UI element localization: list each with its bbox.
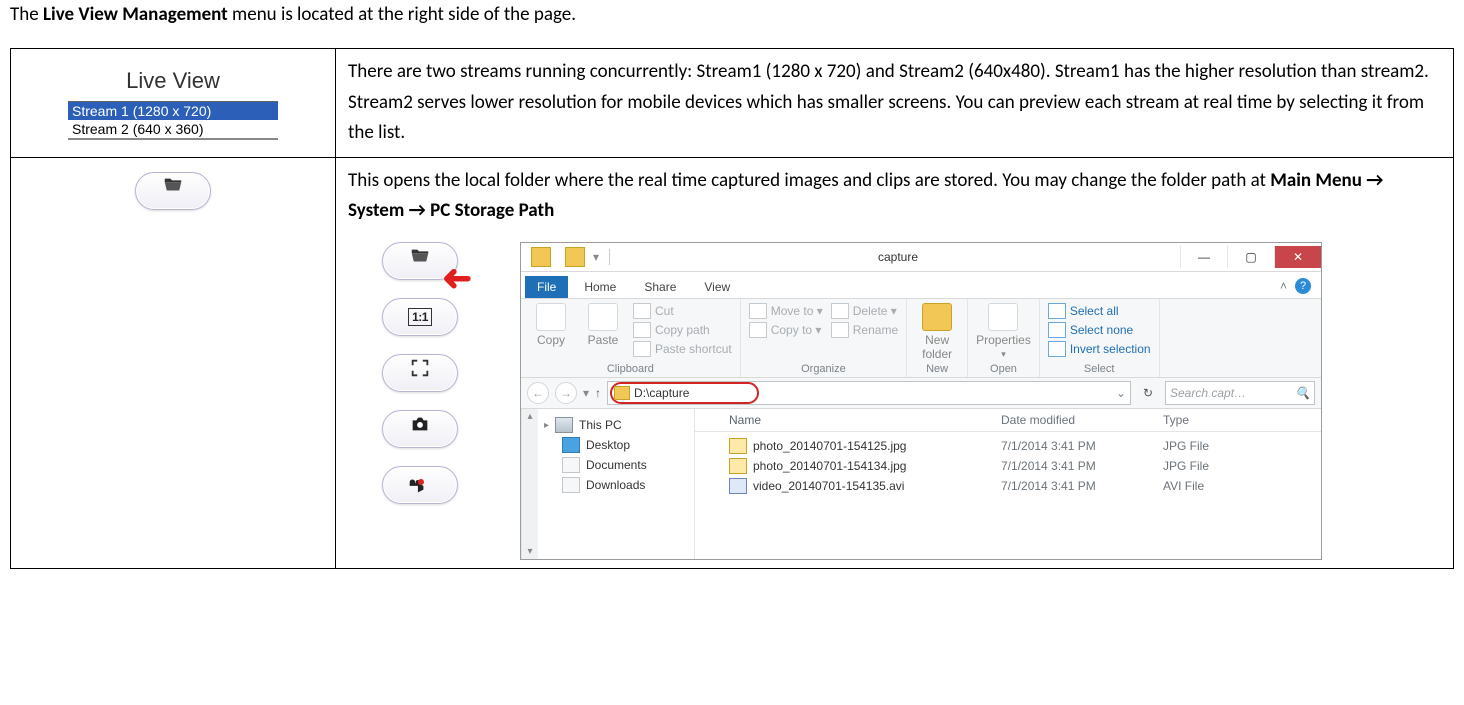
jpg-file-icon — [729, 458, 747, 474]
live-view-widget: Live View Stream 1 (1280 x 720) Stream 2… — [23, 63, 323, 139]
live-view-option-stream2[interactable]: Stream 2 (640 x 360) — [68, 120, 278, 138]
file-list-pane: Name Date modified Type photo_20140701-1… — [695, 409, 1321, 559]
nav-scrollbar[interactable]: ▴▾ — [521, 409, 538, 559]
search-icon: 🔍 — [1295, 386, 1310, 400]
address-bar-row: ← → ▾ ↑ D:\capture ⌄ — [521, 378, 1321, 409]
select-none-button[interactable]: Select none — [1048, 322, 1151, 338]
ribbon: Copy Paste Cut Copy path Paste shortcut … — [521, 299, 1321, 378]
toolbar-buttons-column: ➜ 1:1 — [360, 242, 480, 522]
paste-shortcut-button[interactable]: Paste shortcut — [633, 341, 732, 357]
file-list-header[interactable]: Name Date modified Type — [695, 409, 1321, 432]
group-label: Select — [1084, 363, 1115, 375]
jpg-file-icon — [729, 438, 747, 454]
nav-downloads[interactable]: Downloads — [544, 475, 694, 495]
delete-button[interactable]: Delete ▾ — [831, 303, 898, 319]
copy-path-button[interactable]: Copy path — [633, 322, 732, 338]
nav-this-pc[interactable]: ▸This PC — [544, 415, 694, 435]
group-label: Clipboard — [607, 363, 654, 375]
explorer-window: ▾ capture — ▢ ✕ File Home Share View — [520, 242, 1322, 560]
properties-button[interactable]: Properties▾ — [976, 303, 1031, 360]
ratio-icon: 1:1 — [408, 308, 432, 326]
help-icon[interactable]: ? — [1295, 278, 1311, 294]
row2-description: This opens the local folder where the re… — [348, 166, 1441, 227]
minimize-button[interactable]: — — [1180, 246, 1227, 268]
address-dropdown-icon[interactable]: ⌄ — [1116, 386, 1126, 400]
nav-up-button[interactable]: ↑ — [595, 386, 601, 400]
group-label: Organize — [801, 363, 846, 375]
tab-view[interactable]: View — [692, 276, 742, 298]
explorer-titlebar: ▾ capture — ▢ ✕ — [521, 243, 1321, 272]
snapshot-button[interactable] — [382, 410, 458, 448]
folder-open-icon — [162, 174, 184, 206]
path-highlight-annotation: D:\capture — [610, 382, 759, 404]
new-folder-button[interactable]: New folder — [915, 303, 959, 361]
fullscreen-icon — [409, 357, 431, 389]
navigation-pane: ▸This PC Desktop Documents Downloads — [538, 409, 695, 559]
tab-file[interactable]: File — [525, 276, 568, 298]
row1-description: There are two streams running concurrent… — [336, 49, 1454, 157]
folder-icon — [565, 247, 585, 267]
maximize-button[interactable]: ▢ — [1227, 246, 1274, 268]
avi-file-icon — [729, 478, 747, 494]
fullscreen-button[interactable] — [382, 354, 458, 392]
cut-button[interactable]: Cut — [633, 303, 732, 319]
live-view-title: Live View — [23, 63, 323, 98]
file-row[interactable]: photo_20140701-154125.jpg 7/1/2014 3:41 … — [695, 436, 1321, 456]
nav-documents[interactable]: Documents — [544, 455, 694, 475]
nav-back-button[interactable]: ← — [527, 382, 549, 404]
red-arrow-annotation: ➜ — [442, 250, 472, 308]
folder-icon — [614, 386, 630, 400]
tab-share[interactable]: Share — [632, 276, 688, 298]
nav-recent-icon[interactable]: ▾ — [583, 386, 589, 400]
live-view-list[interactable]: Stream 1 (1280 x 720) Stream 2 (640 x 36… — [68, 101, 278, 140]
ribbon-tabs: File Home Share View ˄ ? — [521, 272, 1321, 299]
refresh-button[interactable]: ↻ — [1137, 386, 1159, 400]
record-button[interactable] — [382, 466, 458, 504]
close-button[interactable]: ✕ — [1274, 246, 1321, 268]
videocam-icon — [406, 474, 428, 496]
invert-selection-button[interactable]: Invert selection — [1048, 341, 1151, 357]
copy-to-button[interactable]: Copy to ▾ — [749, 322, 823, 338]
open-folder-button[interactable] — [135, 172, 211, 210]
rename-button[interactable]: Rename — [831, 322, 898, 338]
nav-forward-button[interactable]: → — [555, 382, 577, 404]
explorer-title: capture — [616, 250, 1180, 264]
expand-icon[interactable]: ▸ — [544, 420, 549, 431]
live-view-option-stream1[interactable]: Stream 1 (1280 x 720) — [68, 102, 278, 120]
file-row[interactable]: video_20140701-154135.avi 7/1/2014 3:41 … — [695, 476, 1321, 496]
address-bar[interactable]: D:\capture ⌄ — [607, 381, 1131, 405]
folder-open-icon — [409, 245, 431, 277]
file-row[interactable]: photo_20140701-154134.jpg 7/1/2014 3:41 … — [695, 456, 1321, 476]
paste-button[interactable]: Paste — [581, 303, 625, 347]
search-input[interactable]: Search capt… 🔍 — [1165, 381, 1315, 405]
address-path: D:\capture — [634, 386, 689, 400]
dropdown-caret-icon[interactable]: ▾ — [593, 250, 599, 264]
nav-desktop[interactable]: Desktop — [544, 435, 694, 455]
intro-text: The Live View Management menu is located… — [10, 0, 1454, 30]
camera-icon — [409, 413, 431, 445]
folder-icon — [531, 247, 551, 267]
tab-home[interactable]: Home — [572, 276, 628, 298]
group-label: Open — [990, 363, 1017, 375]
ribbon-collapse-icon[interactable]: ˄ — [1280, 279, 1287, 293]
group-label: New — [926, 363, 948, 375]
select-all-button[interactable]: Select all — [1048, 303, 1151, 319]
copy-button[interactable]: Copy — [529, 303, 573, 347]
move-to-button[interactable]: Move to ▾ — [749, 303, 823, 319]
